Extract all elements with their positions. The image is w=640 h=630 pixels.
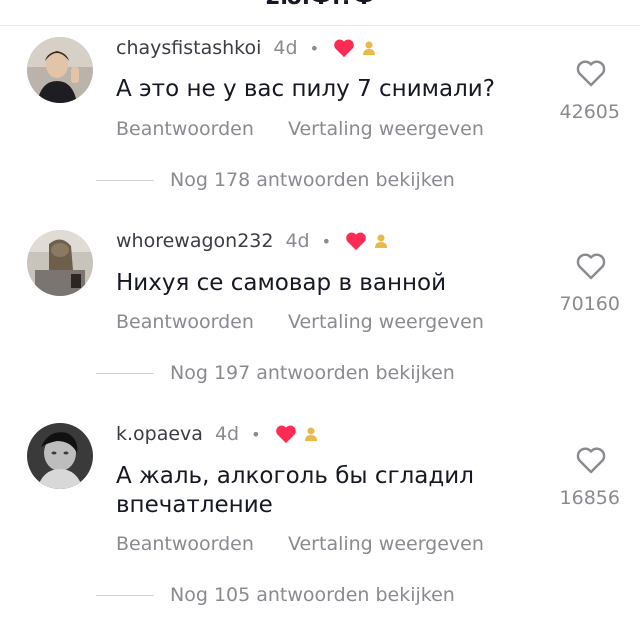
header: 2ю.Ф.?Ф [0, 0, 640, 26]
heart-filled-icon [345, 231, 367, 251]
view-replies-label: Nog 197 antwoorden bekijken [170, 362, 455, 384]
comment-meta: k.opaeva 4d • [116, 422, 319, 446]
username[interactable]: chaysfistashkoi [116, 37, 261, 59]
avatar[interactable] [27, 230, 93, 296]
comment-actions: Beantwoorden Vertaling weergeven [116, 311, 484, 333]
header-title: 2ю.Ф.?Ф [0, 0, 640, 10]
avatar[interactable] [27, 37, 93, 103]
reply-button[interactable]: Beantwoorden [116, 533, 254, 555]
comment-text-line: впечатление [116, 492, 273, 518]
comment-text: А это не у вас пилу 7 снимали? [116, 76, 495, 102]
heart-filled-icon [333, 38, 355, 58]
comment-meta: whorewagon232 4d • [116, 229, 389, 253]
like-count: 70160 [559, 293, 620, 315]
comment-meta: chaysfistashkoi 4d • [116, 36, 377, 60]
person-badge-icon [361, 40, 377, 56]
translate-button[interactable]: Vertaling weergeven [288, 118, 484, 140]
heart-outline-icon[interactable] [575, 251, 607, 281]
comment-text: А жаль, алкоголь бы сгладил впечатление [116, 462, 474, 520]
person-badge-icon [373, 233, 389, 249]
person-badge-icon [303, 426, 319, 442]
comment-actions: Beantwoorden Vertaling weergeven [116, 118, 484, 140]
username[interactable]: whorewagon232 [116, 230, 273, 252]
reply-button[interactable]: Beantwoorden [116, 118, 254, 140]
translate-button[interactable]: Vertaling weergeven [288, 533, 484, 555]
replies-divider [96, 372, 154, 374]
view-replies-button[interactable]: Nog 178 antwoorden bekijken [96, 167, 455, 193]
avatar[interactable] [27, 423, 93, 489]
timestamp: 4d [214, 423, 240, 445]
replies-divider [96, 594, 154, 596]
heart-filled-icon [275, 424, 297, 444]
comment-text: Нихуя се самовар в ванной [116, 270, 447, 296]
translate-button[interactable]: Vertaling weergeven [288, 311, 484, 333]
comment-actions: Beantwoorden Vertaling weergeven [116, 533, 484, 555]
like-count: 42605 [559, 101, 620, 123]
view-replies-label: Nog 178 antwoorden bekijken [170, 169, 455, 191]
view-replies-button[interactable]: Nog 197 antwoorden bekijken [96, 360, 455, 386]
heart-outline-icon[interactable] [575, 58, 607, 88]
view-replies-button[interactable]: Nog 105 antwoorden bekijken [96, 582, 455, 608]
separator-dot: • [251, 424, 261, 444]
like-count: 16856 [559, 487, 620, 509]
timestamp: 4d [285, 230, 310, 252]
heart-outline-icon[interactable] [575, 445, 607, 475]
replies-divider [96, 179, 154, 181]
reply-button[interactable]: Beantwoorden [116, 311, 254, 333]
separator-dot: • [309, 38, 319, 58]
comment-text-line: А жаль, алкоголь бы сгладил [116, 463, 474, 489]
view-replies-label: Nog 105 antwoorden bekijken [170, 584, 455, 606]
separator-dot: • [321, 231, 332, 251]
timestamp: 4d [273, 37, 298, 59]
username[interactable]: k.opaeva [116, 423, 203, 445]
